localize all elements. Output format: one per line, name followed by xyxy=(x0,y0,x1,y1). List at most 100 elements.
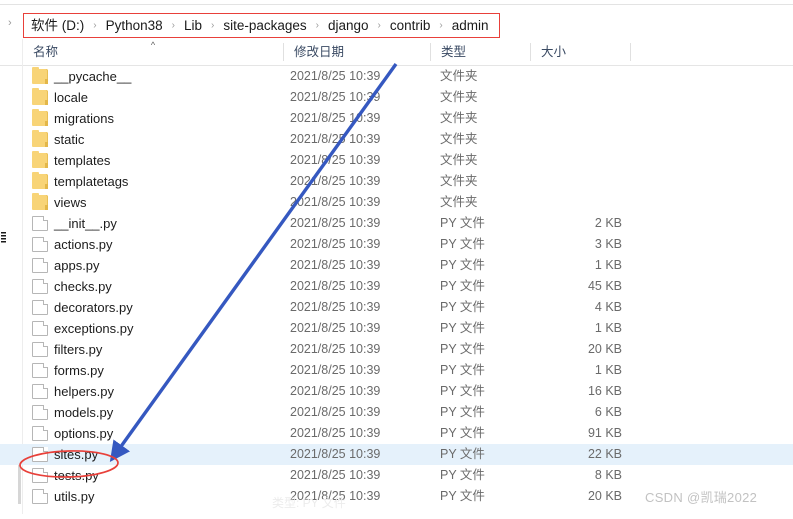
file-size-cell: 45 KB xyxy=(587,279,622,293)
folder-icon xyxy=(32,130,48,147)
py-file-icon xyxy=(32,279,48,294)
file-date-cell: 2021/8/25 10:39 xyxy=(290,321,381,335)
file-row[interactable]: forms.py 2021/8/25 10:39 PY 文件 1 KB xyxy=(0,360,793,381)
file-row[interactable]: filters.py 2021/8/25 10:39 PY 文件 20 KB xyxy=(0,339,793,360)
file-name-cell: apps.py xyxy=(54,258,100,273)
file-name-cell: sites.py xyxy=(54,447,99,462)
file-date-cell: 2021/8/25 10:39 xyxy=(290,447,381,461)
file-row[interactable]: __pycache__ 2021/8/25 10:39 文件夹 xyxy=(0,66,793,87)
file-row[interactable]: models.py 2021/8/25 10:39 PY 文件 6 KB xyxy=(0,402,793,423)
file-row[interactable]: sites.py 2021/8/25 10:39 PY 文件 22 KB xyxy=(0,444,793,465)
file-name-cell: actions.py xyxy=(54,237,113,252)
file-size-cell xyxy=(530,171,622,192)
file-row[interactable]: apps.py 2021/8/25 10:39 PY 文件 1 KB xyxy=(0,255,793,276)
column-divider[interactable] xyxy=(630,43,631,61)
breadcrumb-item-python38[interactable]: Python38 xyxy=(106,19,163,33)
file-date-cell: 2021/8/25 10:39 xyxy=(290,69,381,83)
file-name-cell: filters.py xyxy=(54,342,103,357)
py-file-icon xyxy=(32,384,48,399)
breadcrumb[interactable]: 软件 (D:) › Python38 › Lib › site-packages… xyxy=(23,13,500,38)
breadcrumb-separator-icon: › xyxy=(171,19,175,31)
file-type-cell: PY 文件 xyxy=(440,426,485,440)
file-date-cell: 2021/8/25 10:39 xyxy=(290,258,381,272)
folder-icon xyxy=(32,193,48,210)
file-size-cell: 1 KB xyxy=(594,321,622,335)
folder-icon xyxy=(32,109,48,126)
file-list[interactable]: __pycache__ 2021/8/25 10:39 文件夹 locale 2021/… xyxy=(0,66,793,514)
file-date-cell: 2021/8/25 10:39 xyxy=(290,174,381,188)
file-date-cell: 2021/8/25 10:39 xyxy=(290,111,381,125)
file-date-cell: 2021/8/25 10:39 xyxy=(290,132,381,146)
file-size-cell: 1 KB xyxy=(594,363,622,377)
py-file-icon xyxy=(32,216,48,231)
breadcrumb-item-contrib[interactable]: contrib xyxy=(390,19,431,33)
file-name-cell: exceptions.py xyxy=(54,321,134,336)
file-size-cell: 4 KB xyxy=(594,300,622,314)
file-type-cell: PY 文件 xyxy=(440,237,485,251)
file-row[interactable]: templatetags 2021/8/25 10:39 文件夹 xyxy=(0,171,793,192)
file-name-cell: templatetags xyxy=(54,174,129,189)
breadcrumb-item-lib[interactable]: Lib xyxy=(184,19,202,33)
py-file-icon xyxy=(32,321,48,336)
file-row[interactable]: checks.py 2021/8/25 10:39 PY 文件 45 KB xyxy=(0,276,793,297)
file-name-cell: helpers.py xyxy=(54,384,114,399)
file-size-cell: 20 KB xyxy=(587,489,622,503)
column-header-size[interactable]: 大小 xyxy=(530,39,630,65)
file-name-cell: __init__.py xyxy=(54,216,117,231)
py-file-icon xyxy=(32,342,48,357)
column-header-type[interactable]: 类型 xyxy=(430,39,530,65)
file-size-cell: 2 KB xyxy=(594,216,622,230)
file-date-cell: 2021/8/25 10:39 xyxy=(290,426,381,440)
py-file-icon xyxy=(32,489,48,504)
folder-icon xyxy=(32,172,48,189)
breadcrumb-item-admin[interactable]: admin xyxy=(452,19,489,33)
folder-icon xyxy=(32,88,48,105)
file-size-cell xyxy=(530,129,622,150)
file-size-cell: 91 KB xyxy=(587,426,622,440)
file-size-cell xyxy=(530,87,622,108)
breadcrumb-item-django[interactable]: django xyxy=(328,19,369,33)
file-row[interactable]: options.py 2021/8/25 10:39 PY 文件 91 KB xyxy=(0,423,793,444)
py-file-icon xyxy=(32,426,48,441)
address-bar[interactable]: › 软件 (D:) › Python38 › Lib › site-packag… xyxy=(0,5,793,38)
file-type-cell: PY 文件 xyxy=(440,363,485,377)
file-size-cell: 16 KB xyxy=(587,384,622,398)
file-name-cell: migrations xyxy=(54,111,114,126)
file-type-cell: PY 文件 xyxy=(440,279,485,293)
file-row[interactable]: migrations 2021/8/25 10:39 文件夹 xyxy=(0,108,793,129)
file-size-cell: 1 KB xyxy=(594,258,622,272)
file-date-cell: 2021/8/25 10:39 xyxy=(290,90,381,104)
file-name-cell: forms.py xyxy=(54,363,104,378)
column-header-date-modified[interactable]: 修改日期 xyxy=(283,39,430,65)
file-row[interactable]: decorators.py 2021/8/25 10:39 PY 文件 4 KB xyxy=(0,297,793,318)
file-row[interactable]: locale 2021/8/25 10:39 文件夹 xyxy=(0,87,793,108)
file-row[interactable]: views 2021/8/25 10:39 文件夹 xyxy=(0,192,793,213)
file-type-cell: PY 文件 xyxy=(440,300,485,314)
file-size-cell xyxy=(530,192,622,213)
file-row[interactable]: helpers.py 2021/8/25 10:39 PY 文件 16 KB xyxy=(0,381,793,402)
file-type-cell: 文件夹 xyxy=(440,69,478,83)
file-type-cell: PY 文件 xyxy=(440,258,485,272)
file-row[interactable]: exceptions.py 2021/8/25 10:39 PY 文件 1 KB xyxy=(0,318,793,339)
breadcrumb-item-site-packages[interactable]: site-packages xyxy=(223,19,306,33)
file-row[interactable]: templates 2021/8/25 10:39 文件夹 xyxy=(0,150,793,171)
file-name-cell: __pycache__ xyxy=(54,69,132,84)
file-date-cell: 2021/8/25 10:39 xyxy=(290,153,381,167)
file-row[interactable]: static 2021/8/25 10:39 文件夹 xyxy=(0,129,793,150)
file-date-cell: 2021/8/25 10:39 xyxy=(290,216,381,230)
py-file-icon xyxy=(32,237,48,252)
breadcrumb-separator-icon: › xyxy=(211,19,215,31)
breadcrumb-item-drive[interactable]: 软件 (D:) xyxy=(31,19,84,33)
py-file-icon xyxy=(32,258,48,273)
file-row[interactable]: __init__.py 2021/8/25 10:39 PY 文件 2 KB xyxy=(0,213,793,234)
py-file-icon xyxy=(32,468,48,483)
py-file-icon xyxy=(32,405,48,420)
file-name-cell: decorators.py xyxy=(54,300,133,315)
file-type-cell: 文件夹 xyxy=(440,90,478,104)
folder-icon xyxy=(32,67,48,84)
file-date-cell: 2021/8/25 10:39 xyxy=(290,405,381,419)
file-row[interactable]: tests.py 2021/8/25 10:39 PY 文件 8 KB xyxy=(0,465,793,486)
file-row[interactable]: actions.py 2021/8/25 10:39 PY 文件 3 KB xyxy=(0,234,793,255)
file-type-cell: 文件夹 xyxy=(440,174,478,188)
breadcrumb-lead-chevron-icon[interactable]: › xyxy=(8,18,12,29)
